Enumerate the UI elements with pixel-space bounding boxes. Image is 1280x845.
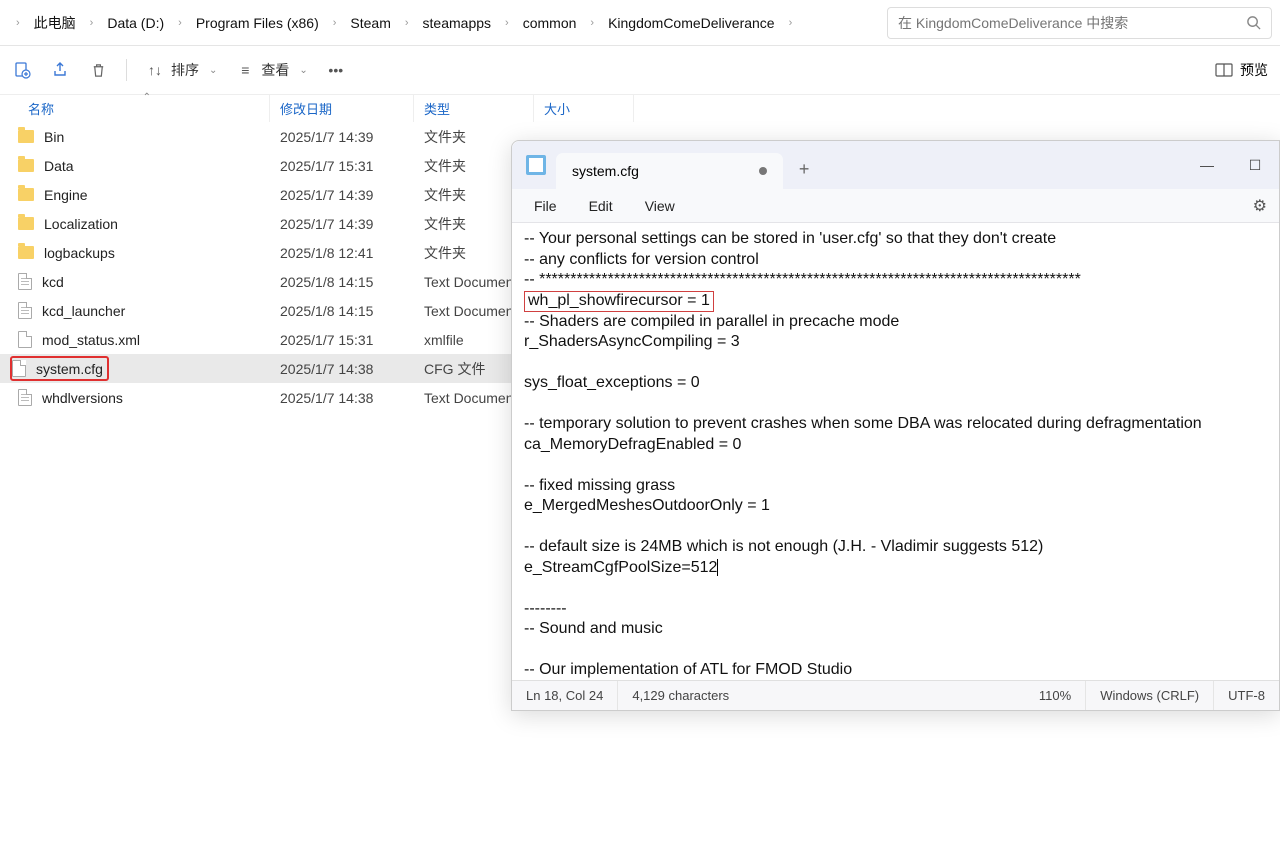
chevron-right-icon: ›	[12, 17, 24, 29]
file-date: 2025/1/7 14:39	[270, 187, 414, 203]
file-date: 2025/1/7 15:31	[270, 332, 414, 348]
editor-text: -- Your personal settings can be stored …	[524, 230, 1081, 288]
new-tab-button[interactable]: +	[799, 159, 810, 180]
share-button[interactable]	[50, 60, 70, 80]
file-name: Engine	[44, 187, 88, 203]
col-name[interactable]: 名称⌃	[0, 95, 270, 122]
file-name: Data	[44, 158, 74, 174]
file-name: kcd	[42, 274, 64, 290]
breadcrumb[interactable]: › 此电脑 › Data (D:) › Program Files (x86) …	[8, 7, 877, 39]
breadcrumb-seg[interactable]: KingdomComeDeliverance	[598, 15, 785, 31]
file-date: 2025/1/7 14:39	[270, 216, 414, 232]
folder-icon	[18, 188, 34, 201]
modified-dot-icon	[759, 167, 767, 175]
highlighted-line: wh_pl_showfirecursor = 1	[524, 291, 714, 312]
column-headers: 名称⌃ 修改日期 类型 大小	[0, 94, 1280, 122]
breadcrumb-seg[interactable]: Steam	[340, 15, 400, 31]
folder-icon	[18, 246, 34, 259]
status-position: Ln 18, Col 24	[512, 681, 618, 710]
minimize-button[interactable]: —	[1183, 145, 1231, 185]
chevron-right-icon: ›	[329, 17, 341, 29]
file-date: 2025/1/8 12:41	[270, 245, 414, 261]
file-name: kcd_launcher	[42, 303, 125, 319]
file-date: 2025/1/7 14:38	[270, 361, 414, 377]
chevron-right-icon: ›	[401, 17, 413, 29]
settings-icon[interactable]: ⚙	[1241, 196, 1279, 216]
file-name: Localization	[44, 216, 118, 232]
file-name: whdlversions	[42, 390, 123, 406]
maximize-button[interactable]: ☐	[1231, 145, 1279, 185]
col-type[interactable]: 类型	[414, 95, 534, 122]
file-icon	[18, 273, 32, 290]
address-bar: › 此电脑 › Data (D:) › Program Files (x86) …	[0, 0, 1280, 46]
chevron-right-icon: ›	[785, 17, 797, 29]
status-eol: Windows (CRLF)	[1086, 681, 1214, 710]
editor-text: -- Shaders are compiled in parallel in p…	[524, 313, 1202, 556]
file-name: Bin	[44, 129, 64, 145]
status-chars: 4,129 characters	[618, 681, 1025, 710]
menu-view[interactable]: View	[633, 194, 687, 218]
file-icon	[18, 389, 32, 406]
notepad-window: system.cfg + — ☐ File Edit View ⚙ -- You…	[511, 140, 1280, 711]
status-encoding: UTF-8	[1214, 681, 1279, 710]
col-date[interactable]: 修改日期	[270, 95, 414, 122]
trash-icon	[88, 60, 108, 80]
notepad-app-icon	[526, 155, 546, 175]
folder-icon	[18, 159, 34, 172]
editor-area[interactable]: -- Your personal settings can be stored …	[512, 223, 1279, 680]
notepad-titlebar[interactable]: system.cfg + — ☐	[512, 141, 1279, 189]
chevron-right-icon: ›	[501, 17, 513, 29]
search-icon	[1246, 15, 1261, 30]
text-cursor	[717, 559, 718, 576]
editor-text: e_StreamCgfPoolSize=512	[524, 559, 717, 576]
breadcrumb-seg[interactable]: steamapps	[413, 15, 501, 31]
breadcrumb-seg[interactable]: common	[513, 15, 587, 31]
more-icon: •••	[326, 60, 346, 80]
breadcrumb-seg[interactable]: Data (D:)	[97, 15, 174, 31]
folder-icon	[18, 217, 34, 230]
file-date: 2025/1/7 14:39	[270, 129, 414, 145]
notepad-tab[interactable]: system.cfg	[556, 153, 783, 189]
toolbar: ↑↓排序⌄ ≡查看⌄ ••• 预览	[0, 46, 1280, 94]
file-icon	[18, 302, 32, 319]
chevron-right-icon: ›	[174, 17, 186, 29]
file-date: 2025/1/7 14:38	[270, 390, 414, 406]
tab-title: system.cfg	[572, 163, 639, 179]
col-size[interactable]: 大小	[534, 95, 634, 122]
notepad-menubar: File Edit View ⚙	[512, 189, 1279, 223]
menu-file[interactable]: File	[522, 194, 569, 218]
share-icon	[50, 60, 70, 80]
sort-icon: ↑↓	[145, 60, 165, 80]
breadcrumb-seg[interactable]: 此电脑	[24, 13, 86, 33]
file-icon	[18, 331, 32, 348]
chevron-right-icon: ›	[586, 17, 598, 29]
file-date: 2025/1/8 14:15	[270, 303, 414, 319]
preview-button[interactable]: 预览	[1214, 60, 1268, 80]
editor-text: -------- -- Sound and music -- Our imple…	[524, 600, 942, 681]
file-date: 2025/1/7 15:31	[270, 158, 414, 174]
file-icon	[12, 360, 26, 377]
file-name: mod_status.xml	[42, 332, 140, 348]
file-name: logbackups	[44, 245, 115, 261]
search-box[interactable]	[887, 7, 1272, 39]
status-zoom[interactable]: 110%	[1025, 681, 1086, 710]
breadcrumb-seg[interactable]: Program Files (x86)	[186, 15, 329, 31]
new-button[interactable]	[12, 60, 32, 80]
new-icon	[12, 60, 32, 80]
more-button[interactable]: •••	[326, 60, 346, 80]
chevron-right-icon: ›	[86, 17, 98, 29]
sort-caret-icon: ⌃	[143, 92, 151, 103]
folder-icon	[18, 130, 34, 143]
file-name: system.cfg	[36, 361, 103, 377]
file-date: 2025/1/8 14:15	[270, 274, 414, 290]
preview-icon	[1214, 60, 1234, 80]
view-icon: ≡	[235, 60, 255, 80]
menu-edit[interactable]: Edit	[577, 194, 625, 218]
notepad-statusbar: Ln 18, Col 24 4,129 characters 110% Wind…	[512, 680, 1279, 710]
delete-button[interactable]	[88, 60, 108, 80]
sort-button[interactable]: ↑↓排序⌄	[145, 60, 217, 80]
view-button[interactable]: ≡查看⌄	[235, 60, 307, 80]
search-input[interactable]	[898, 15, 1246, 31]
